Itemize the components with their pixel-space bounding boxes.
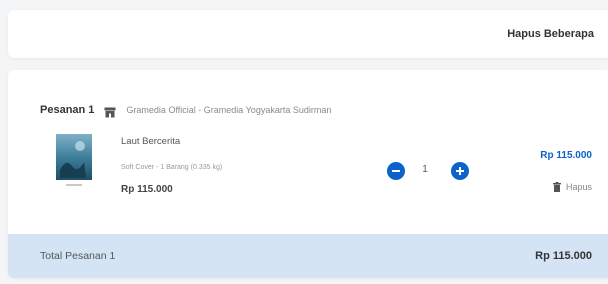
order-total-bar: Total Pesanan 1 Rp 115.000 bbox=[8, 234, 608, 278]
order-total-value: Rp 115.000 bbox=[535, 250, 592, 262]
delete-item-button[interactable]: Hapus bbox=[552, 182, 592, 192]
quantity-value[interactable]: 1 bbox=[418, 164, 432, 175]
book-cover-image[interactable] bbox=[50, 132, 98, 194]
quantity-increase-button[interactable] bbox=[451, 162, 469, 180]
store-icon bbox=[104, 105, 116, 117]
store-name[interactable]: Gramedia Official - Gramedia Yogyakarta … bbox=[126, 105, 331, 115]
plus-icon-vertical bbox=[459, 167, 461, 175]
order-card: Pesanan 1 Gramedia Official - Gramedia Y… bbox=[8, 70, 608, 278]
item-line-total: Rp 115.000 bbox=[540, 150, 592, 161]
order-header: Pesanan 1 Gramedia Official - Gramedia Y… bbox=[40, 102, 331, 118]
book-price: Rp 115.000 bbox=[121, 184, 173, 195]
order-label: Pesanan 1 bbox=[40, 104, 95, 116]
bulk-action-card: Hapus Beberapa bbox=[8, 10, 608, 58]
trash-icon bbox=[552, 182, 561, 192]
quantity-decrease-button[interactable] bbox=[387, 162, 405, 180]
delete-item-label: Hapus bbox=[565, 182, 592, 192]
order-total-label: Total Pesanan 1 bbox=[40, 250, 116, 262]
book-title[interactable]: Laut Bercerita bbox=[121, 136, 180, 147]
book-meta: Soft Cover - 1 Barang (0.335 kg) bbox=[121, 164, 223, 171]
bulk-delete-button[interactable]: Hapus Beberapa bbox=[507, 28, 594, 40]
